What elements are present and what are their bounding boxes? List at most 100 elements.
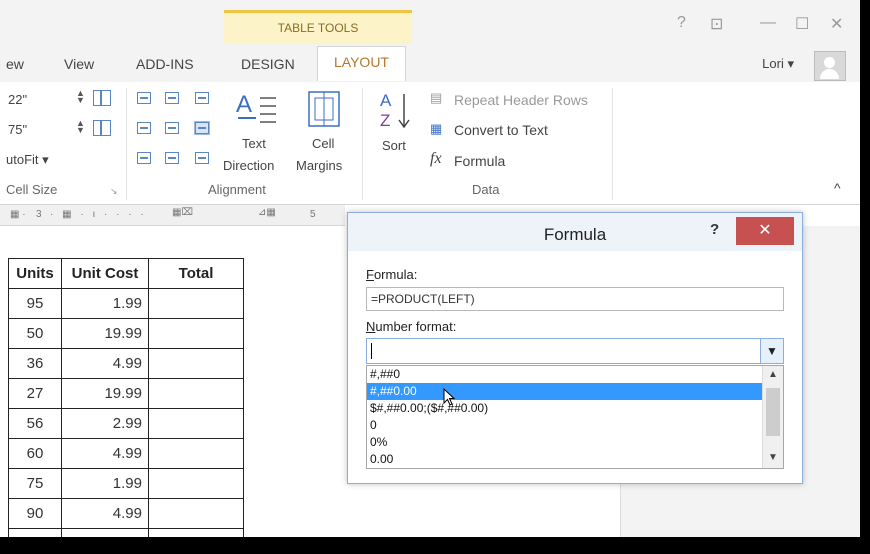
tab-stop-icon[interactable]: ⊿▦ (258, 207, 276, 218)
formula-button[interactable]: Formula (454, 153, 505, 169)
collapse-ribbon-icon[interactable]: ^ (834, 180, 841, 196)
tab-view[interactable]: View (64, 52, 94, 76)
column-width-spinner[interactable]: ▲ ▼ (76, 119, 85, 135)
cell-unit-cost[interactable]: 19.99 (61, 318, 149, 349)
cell-units[interactable]: 50 (8, 318, 62, 349)
align-center-left-icon[interactable] (137, 122, 151, 134)
repeat-header-rows-button[interactable]: Repeat Header Rows (454, 92, 588, 108)
cell-unit-cost[interactable]: 1.99 (61, 468, 149, 499)
scroll-down-icon[interactable]: ▼ (763, 452, 783, 463)
autofit-button[interactable]: utoFit ▾ (6, 152, 49, 168)
cell-units[interactable]: 75 (8, 468, 62, 499)
distribute-columns-icon[interactable] (93, 120, 111, 136)
cell-unit-cost[interactable]: 1.99 (61, 288, 149, 319)
cell-units[interactable]: 27 (8, 378, 62, 409)
horizontal-ruler[interactable]: ▦ · 3 · ▦ · ı · · · · ▦⌧ ⊿▦ 5 (0, 205, 345, 226)
cell-units[interactable]: 32 (8, 528, 62, 537)
list-scrollbar[interactable]: ▲ ▼ (762, 366, 783, 468)
cell-total[interactable] (148, 318, 244, 349)
row-height-input[interactable]: 22" (8, 92, 27, 107)
text-direction-icon[interactable]: A (232, 88, 280, 128)
align-bottom-left-icon[interactable] (137, 152, 151, 164)
align-center-right-icon[interactable] (194, 121, 210, 135)
header-total[interactable]: Total (148, 258, 244, 289)
header-unit-cost[interactable]: Unit Cost (61, 258, 149, 289)
formula-input[interactable]: =PRODUCT(LEFT) (366, 287, 784, 311)
cell-total[interactable] (148, 498, 244, 529)
cell-unit-cost[interactable]: 2.99 (61, 408, 149, 439)
convert-to-text-icon[interactable]: ▦ (430, 121, 442, 137)
align-top-left-icon[interactable] (137, 92, 151, 104)
list-item[interactable]: 0.00 (367, 451, 764, 468)
cell-size-launcher-icon[interactable]: ↘ (110, 186, 118, 197)
help-icon[interactable]: ? (677, 14, 686, 32)
number-format-combobox[interactable]: ▼ (366, 338, 784, 364)
sort-label[interactable]: Sort (382, 138, 406, 153)
user-name[interactable]: Lori ▾ (762, 56, 794, 72)
table-row: 75 1.99 (8, 468, 244, 499)
cell-margins-label-1[interactable]: Cell (312, 136, 334, 151)
cell-size-group-label: Cell Size (6, 182, 58, 197)
cell-units[interactable]: 36 (8, 348, 62, 379)
sort-icon[interactable]: A Z (378, 88, 412, 132)
cell-total[interactable] (148, 468, 244, 499)
cell-total[interactable] (148, 348, 244, 379)
cell-unit-cost[interactable]: 4.99 (61, 498, 149, 529)
list-item[interactable]: 0% (367, 434, 764, 451)
row-height-spinner[interactable]: ▲ ▼ (76, 89, 85, 105)
list-item[interactable]: $#,##0.00;($#,##0.00) (367, 400, 764, 417)
group-separator (362, 88, 363, 200)
cell-units[interactable]: 56 (8, 408, 62, 439)
column-width-input[interactable]: 75" (8, 122, 27, 137)
cell-units[interactable]: 60 (8, 438, 62, 469)
tab-design[interactable]: DESIGN (241, 52, 295, 76)
tab-add-ins[interactable]: ADD-INS (136, 52, 194, 76)
list-item-selected[interactable]: #,##0.00 (367, 383, 764, 400)
align-bottom-right-icon[interactable] (195, 152, 209, 164)
repeat-header-rows-icon[interactable]: ▤ (430, 90, 442, 106)
list-item[interactable]: #,##0 (367, 366, 764, 383)
cell-units[interactable]: 90 (8, 498, 62, 529)
cell-total[interactable] (148, 378, 244, 409)
distribute-rows-icon[interactable] (93, 90, 111, 106)
cell-unit-cost[interactable]: 1.99 (61, 528, 149, 537)
header-units[interactable]: Units (8, 258, 62, 289)
data-table[interactable]: Units Unit Cost Total 95 1.99 50 19.99 36 4… (8, 258, 244, 537)
cell-total[interactable] (148, 438, 244, 469)
minimize-icon[interactable]: — (760, 14, 776, 32)
close-window-icon[interactable]: ✕ (830, 14, 843, 34)
convert-to-text-button[interactable]: Convert to Text (454, 122, 548, 138)
scroll-thumb[interactable] (766, 388, 780, 436)
align-bottom-center-icon[interactable] (165, 152, 179, 164)
cell-unit-cost[interactable]: 4.99 (61, 438, 149, 469)
dialog-title-bar[interactable]: Formula ? ✕ (348, 213, 802, 251)
column-marker-icon[interactable]: ▦⌧ (172, 207, 193, 218)
text-direction-label-2[interactable]: Direction (223, 158, 274, 173)
dialog-help-icon[interactable]: ? (710, 221, 719, 238)
cell-margins-icon[interactable] (306, 90, 342, 128)
maximize-icon[interactable]: ☐ (795, 14, 809, 34)
cell-unit-cost[interactable]: 19.99 (61, 378, 149, 409)
cell-total[interactable] (148, 528, 244, 537)
list-item[interactable]: 0 (367, 417, 764, 434)
align-top-center-icon[interactable] (165, 92, 179, 104)
ribbon-display-options-icon[interactable]: ⊡ (710, 14, 723, 34)
avatar[interactable] (814, 51, 846, 81)
table-header-row: Units Unit Cost Total (8, 258, 244, 289)
cell-total[interactable] (148, 408, 244, 439)
dropdown-chevron-down-icon[interactable]: ▼ (760, 339, 783, 363)
number-format-list[interactable]: #,##0 #,##0.00 $#,##0.00;($#,##0.00) 0 0… (366, 365, 784, 469)
cell-total[interactable] (148, 288, 244, 319)
align-center-icon[interactable] (165, 122, 179, 134)
align-top-right-icon[interactable] (195, 92, 209, 104)
formula-fx-icon[interactable]: fx (430, 150, 442, 168)
ruler-marker-icon: ▦ · (10, 209, 26, 220)
tab-review[interactable]: ew (6, 52, 24, 76)
tab-layout[interactable]: LAYOUT (317, 46, 406, 81)
scroll-up-icon[interactable]: ▲ (763, 369, 783, 380)
cell-margins-label-2[interactable]: Margins (296, 158, 342, 173)
cell-units[interactable]: 95 (8, 288, 62, 319)
text-direction-label-1[interactable]: Text (242, 136, 266, 151)
cell-unit-cost[interactable]: 4.99 (61, 348, 149, 379)
dialog-close-button[interactable]: ✕ (736, 217, 794, 245)
